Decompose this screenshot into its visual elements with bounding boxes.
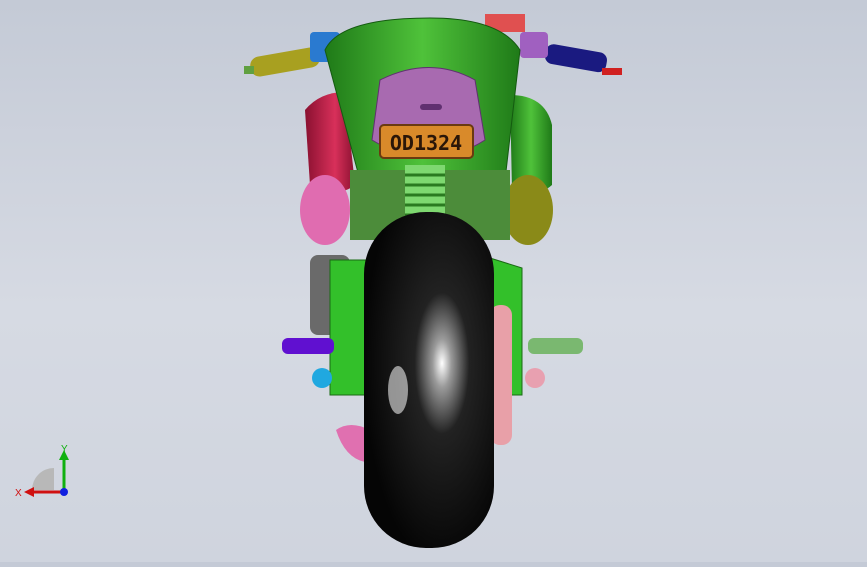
- x-axis-label: X: [15, 488, 22, 499]
- right-footpeg: [528, 338, 583, 354]
- y-axis-label: Y: [61, 444, 68, 455]
- license-plate: OD1324: [379, 124, 474, 159]
- tail-light-slot: [420, 104, 442, 110]
- cad-viewport[interactable]: OD1324 Y X: [0, 0, 867, 562]
- left-axle-cap: [312, 368, 332, 388]
- coordinate-triad: Y X: [15, 444, 69, 499]
- plate-number: OD1324: [390, 131, 462, 155]
- motorcycle-model[interactable]: OD1324: [0, 0, 867, 562]
- rear-tire: [364, 212, 494, 548]
- left-pink-pod: [300, 175, 350, 245]
- z-axis-dot: [60, 488, 68, 496]
- left-footpeg: [282, 338, 334, 354]
- right-olive-pod: [503, 175, 553, 245]
- left-handlebar: [244, 32, 340, 77]
- right-axle-cap: [525, 368, 545, 388]
